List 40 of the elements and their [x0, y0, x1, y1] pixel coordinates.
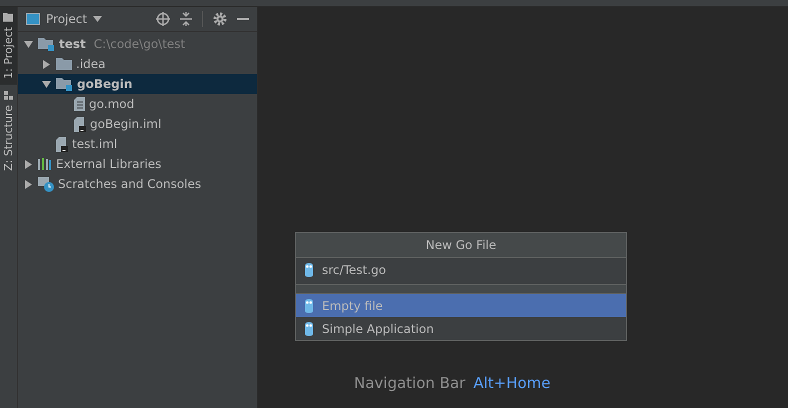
- folder-icon: [56, 58, 72, 70]
- settings-icon[interactable]: [213, 12, 227, 26]
- file-icon: [74, 97, 85, 111]
- gopher-icon: [304, 298, 314, 312]
- file-icon: [56, 136, 68, 152]
- scratches-icon: [38, 176, 54, 192]
- tree-item[interactable]: External Libraries: [18, 154, 257, 174]
- dropdown-caret-icon[interactable]: [93, 16, 102, 22]
- tree-item[interactable]: test C:\code\go\test: [18, 34, 257, 54]
- gopher-icon: [304, 322, 314, 336]
- libraries-icon: [38, 158, 52, 170]
- collapse-icon[interactable]: [180, 12, 192, 26]
- gopher-icon: [304, 262, 314, 276]
- structure-icon: [4, 90, 13, 100]
- tree-item[interactable]: Scratches and Consoles: [18, 174, 257, 194]
- expanded-arrow-icon[interactable]: [42, 80, 50, 88]
- window-icon: [26, 13, 40, 25]
- tree-item[interactable]: .idea: [18, 54, 257, 74]
- target-icon[interactable]: [156, 12, 170, 26]
- expanded-arrow-icon[interactable]: [24, 40, 32, 48]
- tool-window-tab[interactable]: Z: Structure: [0, 84, 17, 177]
- module-folder-icon: [56, 77, 73, 91]
- tool-window-tab[interactable]: 1: Project: [0, 7, 17, 85]
- panel-title[interactable]: Project: [46, 12, 88, 26]
- shortcut-text: Alt+Home: [473, 374, 551, 392]
- menu-item[interactable]: src/Test.go: [296, 258, 626, 281]
- popup-title: New Go File: [296, 233, 626, 258]
- hint-label: Navigation Bar: [354, 374, 466, 392]
- path-text: C:\code\go\test: [94, 37, 186, 51]
- file-icon: [74, 116, 86, 132]
- tree-item[interactable]: test.iml: [18, 134, 257, 154]
- collapsed-arrow-icon[interactable]: [24, 180, 32, 188]
- collapsed-arrow-icon[interactable]: [42, 60, 50, 68]
- folder-icon: [4, 13, 14, 22]
- tree-item[interactable]: go.mod: [18, 94, 257, 114]
- module-folder-icon: [38, 37, 55, 51]
- tree-item[interactable]: goBegin.iml: [18, 114, 257, 134]
- tree-item[interactable]: goBegin: [18, 74, 257, 94]
- menu-item[interactable]: Simple Application: [296, 317, 626, 340]
- collapsed-arrow-icon[interactable]: [24, 160, 32, 168]
